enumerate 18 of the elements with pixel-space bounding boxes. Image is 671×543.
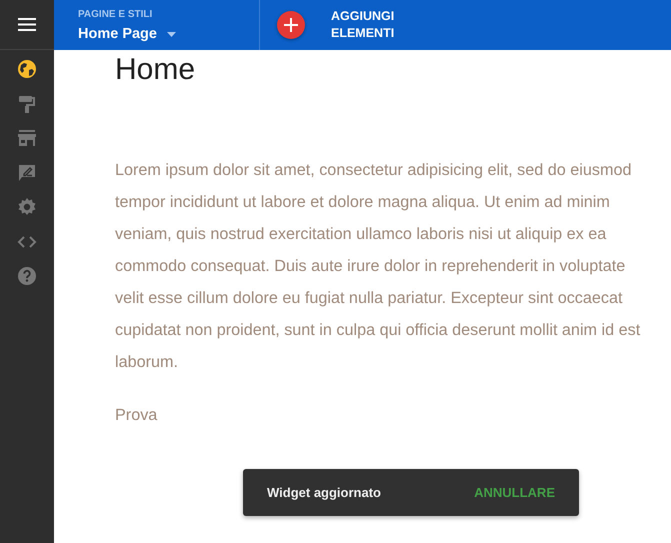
menu-icon	[18, 18, 36, 31]
section-label: PAGINE E STILI	[78, 9, 154, 21]
add-elements-link[interactable]: AGGIUNGI ELEMENTI	[331, 8, 411, 42]
paint-roller-icon	[17, 94, 37, 114]
undo-button[interactable]: ANNULLARE	[474, 482, 555, 502]
feedback-icon	[17, 162, 37, 183]
settings-icon	[17, 197, 37, 218]
page-dropdown[interactable]: Home Page	[78, 24, 176, 46]
snackbar-message: Widget aggiornato	[267, 484, 381, 502]
paragraph: Lorem ipsum dolor sit amet, consectetur adipisicing elit, sed do eiusmod tempor incididunt ut labore et dolore magna aliqua. Ut enim ad minim veniam, quis nostrud exercitation ullamco laboris nisi ut aliquip ex ea commodo consequat. Duis aute irure dolor in reprehenderit in voluptate velit esse cillum dolore eu fugiat nulla pariatur. Excepteur sint occaecat cupidatat non proident, sunt in culpa qui officia deserunt mollit anim id est laborum.	[115, 160, 642, 373]
paragraph: Prova	[115, 405, 158, 426]
plus-icon	[284, 18, 298, 32]
caret-icon	[166, 32, 176, 38]
help-icon	[17, 266, 37, 286]
store-icon	[17, 128, 37, 148]
globe-icon	[17, 59, 37, 80]
page-heading: Home	[115, 52, 196, 88]
add-button[interactable]	[277, 11, 305, 39]
